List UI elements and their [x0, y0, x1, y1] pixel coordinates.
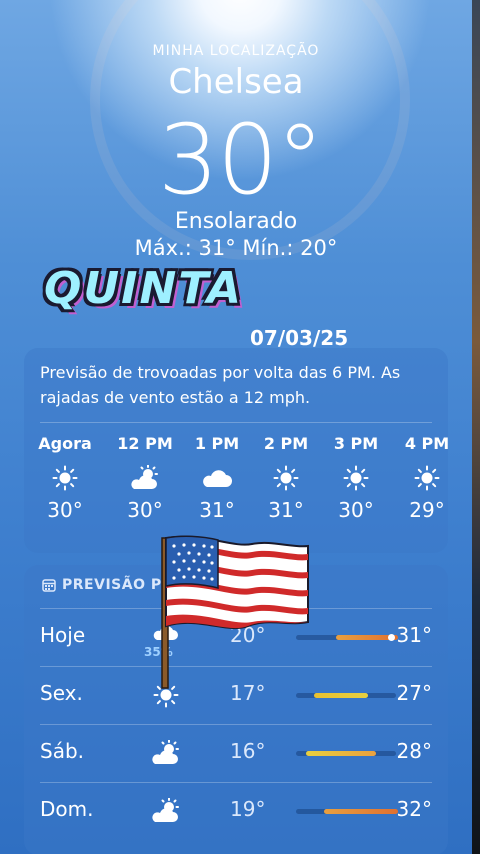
- hour-time: 1 PM: [194, 434, 240, 453]
- daily-header: PREVISÃO P: [42, 577, 162, 593]
- temp-range-bar: [296, 693, 396, 698]
- temp-range-bar: [296, 809, 398, 814]
- hour-temp: 31°: [268, 498, 304, 522]
- sun-icon: [30, 458, 100, 498]
- partly-sunny-icon: [110, 458, 180, 498]
- hour-item: 1 PM 31°: [182, 434, 252, 522]
- sun-icon: [392, 458, 462, 498]
- hour-temp: 30°: [338, 498, 374, 522]
- high-temp: 32°: [396, 797, 432, 821]
- hour-time: 4 PM: [404, 434, 450, 453]
- high-temp: 31°: [396, 623, 432, 647]
- hour-temp: 30°: [127, 498, 163, 522]
- us-flag-sticker: [161, 535, 309, 689]
- city-name: Chelsea: [168, 62, 304, 102]
- sun-icon: [321, 458, 391, 498]
- daily-row[interactable]: Sáb. 16° 28°: [40, 724, 432, 781]
- hourly-forecast-card[interactable]: Previsão de trovoadas por volta das 6 PM…: [24, 348, 449, 553]
- day-name: Sex.: [40, 681, 83, 705]
- hour-time: 12 PM: [117, 434, 173, 453]
- temp-range-bar: [296, 751, 396, 756]
- location-label: MINHA LOCALIZAÇÃO: [152, 43, 320, 59]
- low-temp: 19°: [230, 797, 266, 821]
- day-name: Sáb.: [40, 739, 85, 763]
- high-temp: 28°: [396, 739, 432, 763]
- weather-screen: MINHA LOCALIZAÇÃO Chelsea 30° Ensolarado…: [0, 0, 472, 854]
- hour-time: Agora: [38, 434, 92, 453]
- current-condition: Ensolarado: [174, 209, 298, 234]
- current-temp-dot: [388, 634, 395, 641]
- calendar-icon: [42, 579, 56, 592]
- high-low: Máx.: 31° Mín.: 20°: [134, 236, 338, 260]
- hour-time: 2 PM: [263, 434, 309, 453]
- high-temp: 27°: [396, 681, 432, 705]
- divider: [40, 422, 432, 423]
- hour-item: 3 PM 30°: [321, 434, 391, 522]
- partly-sunny-icon: [146, 737, 186, 769]
- cloud-icon: [182, 458, 252, 498]
- hour-item: 2 PM 31°: [251, 434, 321, 522]
- hour-temp: 29°: [409, 498, 445, 522]
- day-sticker: QUINTA: [44, 263, 243, 314]
- day-name: Hoje: [40, 623, 86, 647]
- background-edge: [472, 0, 480, 854]
- low-temp: 16°: [230, 739, 266, 763]
- sun-icon: [251, 458, 321, 498]
- daily-row[interactable]: Dom. 19° 32°: [40, 782, 432, 839]
- hour-item: 4 PM 29°: [392, 434, 462, 522]
- hour-item: 12 PM 30°: [110, 434, 180, 522]
- forecast-summary: Previsão de trovoadas por volta das 6 PM…: [40, 363, 401, 407]
- daily-header-label: PREVISÃO P: [62, 577, 162, 593]
- current-temperature: 30°: [157, 104, 324, 216]
- hour-temp: 31°: [199, 498, 235, 522]
- hour-temp: 30°: [47, 498, 83, 522]
- hour-time: 3 PM: [333, 434, 379, 453]
- day-name: Dom.: [40, 797, 94, 821]
- hour-item: Agora 30°: [30, 434, 100, 522]
- partly-sunny-icon: [146, 795, 186, 827]
- date-sticker: 07/03/25: [250, 326, 349, 350]
